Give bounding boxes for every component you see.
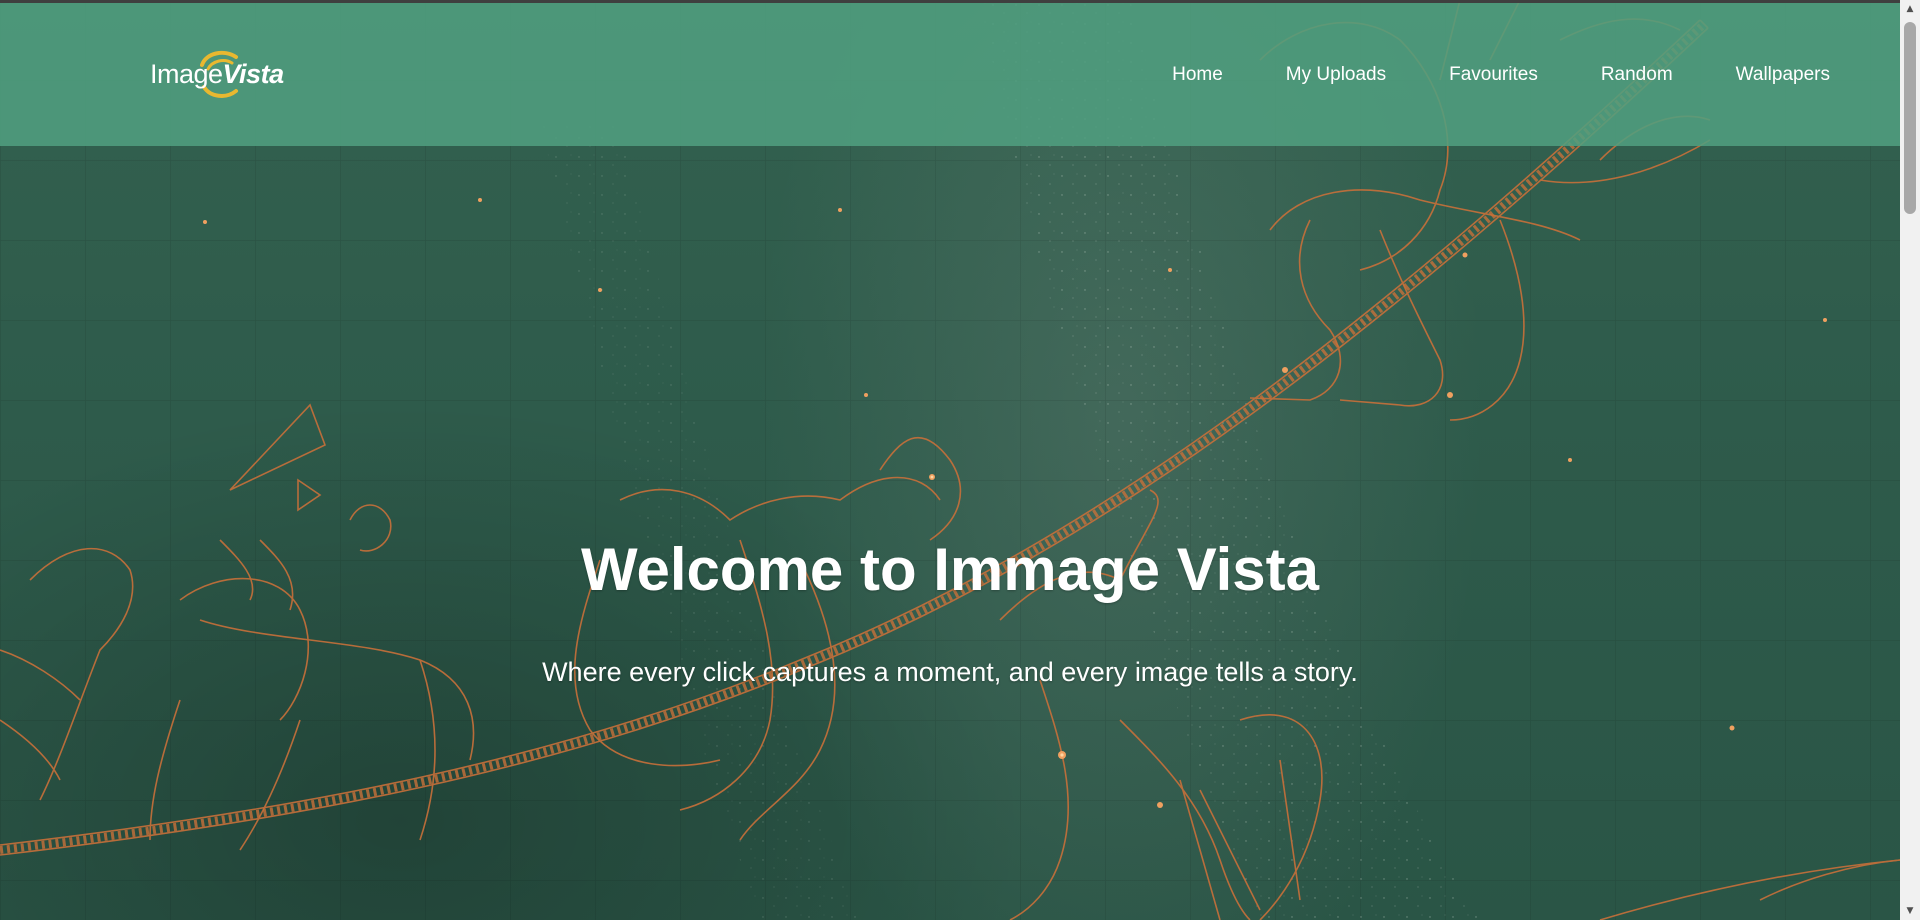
nav-link-favourites[interactable]: Favourites: [1449, 64, 1538, 86]
logo-text-image: Image: [150, 58, 223, 89]
browser-viewport: Welcome to Immage Vista Where every clic…: [0, 0, 1920, 920]
nav-link-random[interactable]: Random: [1601, 64, 1673, 86]
site-logo[interactable]: Image Vista: [150, 49, 284, 99]
logo-text-vista: Vista: [222, 58, 285, 89]
hero-subtitle: Where every click captures a moment, and…: [542, 657, 1358, 687]
window-top-edge: [0, 0, 1920, 3]
scrollbar-thumb[interactable]: [1904, 22, 1916, 214]
nav-link-wallpapers[interactable]: Wallpapers: [1736, 64, 1830, 86]
main-nav: Home My Uploads Favourites Random Wallpa…: [1109, 3, 1830, 146]
page-scrollbar[interactable]: ▲ ▼: [1900, 0, 1920, 920]
top-navbar: Image Vista Home My Uploads Favourites Ra…: [0, 3, 1900, 146]
hero-title: Welcome to Immage Vista: [580, 536, 1320, 603]
nav-link-home[interactable]: Home: [1172, 64, 1223, 86]
scroll-up-arrow-icon[interactable]: ▲: [1900, 0, 1920, 18]
nav-link-my-uploads[interactable]: My Uploads: [1286, 64, 1386, 86]
scroll-down-arrow-icon[interactable]: ▼: [1900, 902, 1920, 920]
